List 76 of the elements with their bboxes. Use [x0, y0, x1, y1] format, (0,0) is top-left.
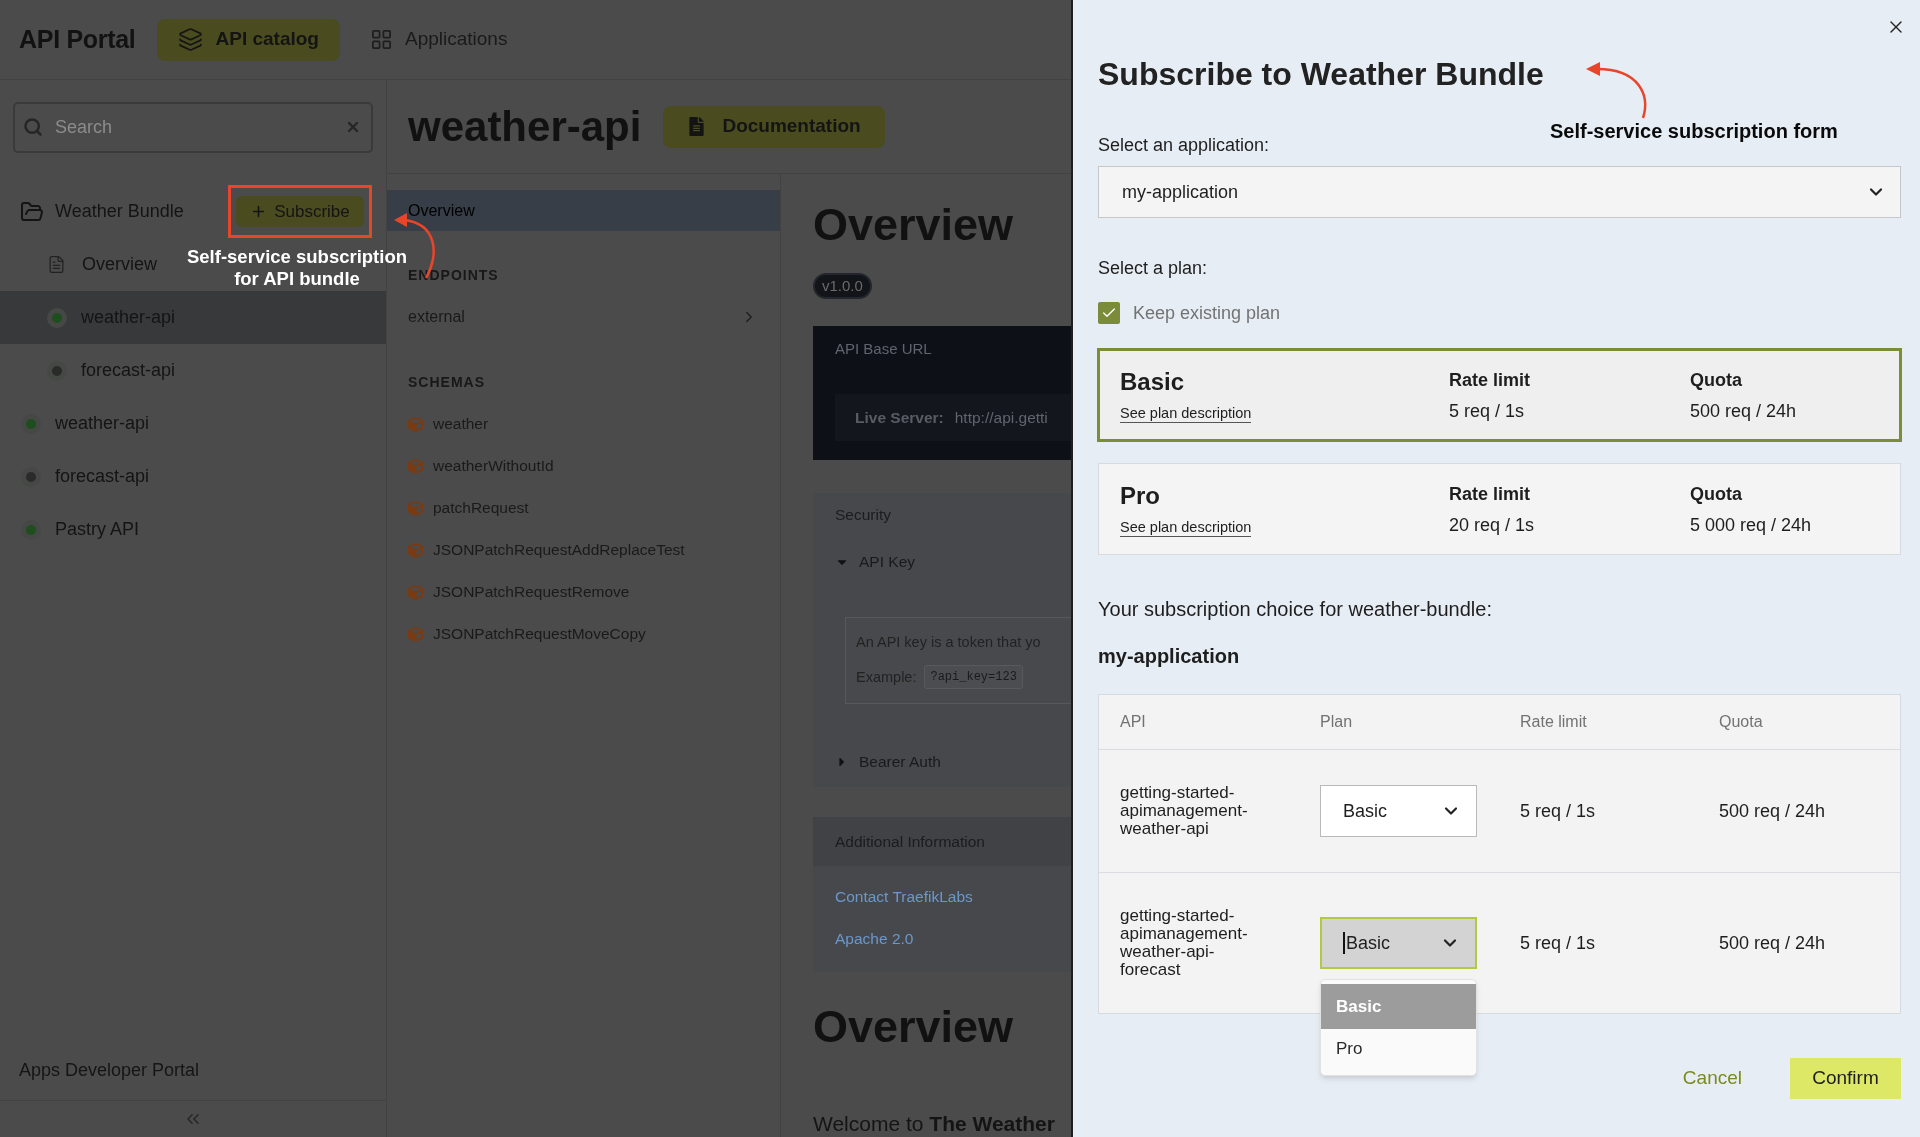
quota-value: 500 req / 24h — [1690, 399, 1797, 423]
text-cursor-icon — [1343, 932, 1345, 954]
summary-label: Your subscription choice for weather-bundle: — [1098, 597, 1492, 621]
nav-item[interactable]: Overview — [387, 190, 780, 231]
panel-title: Subscribe to Weather Bundle — [1098, 55, 1544, 94]
column-header: Plan — [1320, 712, 1353, 732]
version-badge: v1.0.0 — [813, 273, 872, 299]
folder-icon — [20, 199, 44, 224]
cancel-button[interactable]: Cancel — [1682, 1064, 1742, 1093]
column-header: API — [1120, 712, 1146, 732]
quota-cell-text: 500 req / 24h — [1719, 799, 1826, 823]
plan-select[interactable]: Basic — [1320, 917, 1477, 969]
dropdown-option[interactable]: Basic — [1321, 984, 1476, 1029]
cube-icon — [408, 584, 423, 600]
plan-select-value: Basic — [1346, 931, 1390, 955]
intro-text: Welcome to The Weather — [813, 1111, 1056, 1137]
server-label: Live Server: — [855, 407, 944, 428]
annotation-text: Self-service subscription form — [1550, 119, 1838, 143]
quota-value: 5 000 req / 24h — [1690, 513, 1812, 537]
search-icon — [23, 117, 43, 137]
plan-select-value: Basic — [1343, 799, 1387, 823]
quota-label: Quota — [1690, 482, 1742, 506]
column-header: Rate limit — [1520, 712, 1587, 732]
sidebar-item[interactable]: forecast-api — [0, 450, 164, 503]
plan-select[interactable]: Basic — [1320, 785, 1477, 837]
dropdown-option[interactable]: Pro — [1321, 1029, 1476, 1069]
sidebar-item[interactable]: forecast-api — [0, 344, 190, 397]
layers-icon — [178, 27, 204, 52]
rate-limit-label: Rate limit — [1449, 368, 1531, 392]
overview-heading: Overview — [813, 199, 1015, 251]
panel-title: API Base URL — [834, 339, 933, 359]
rate-limit-cell-text: 5 req / 1s — [1520, 799, 1596, 823]
field-label: Select an application: — [1098, 134, 1270, 156]
quota-label: Quota — [1690, 368, 1742, 392]
api-name-cell-text: getting-started-apimanagement-weather-api-forecast — [1120, 907, 1249, 979]
quota-cell-text: 500 req / 24h — [1719, 931, 1826, 955]
keep-plan-checkbox[interactable]: Keep existing plan — [1098, 302, 1281, 324]
field-label: Select a plan: — [1098, 257, 1208, 279]
summary-application: my-application — [1098, 644, 1240, 668]
info-link[interactable]: Apache 2.0 — [835, 928, 914, 950]
sidebar-item[interactable]: weather-api — [0, 397, 164, 450]
sidebar-item[interactable]: Pastry API — [0, 503, 154, 556]
annotation-text: Self-service subscription for API bundle — [186, 246, 408, 290]
grid-icon — [369, 28, 393, 51]
cube-icon — [408, 458, 423, 474]
plan-description-link[interactable]: See plan description — [1120, 403, 1252, 423]
cube-icon — [408, 626, 423, 642]
api-title: weather-api — [408, 101, 642, 152]
plan-card[interactable]: Pro See plan description Rate limit 20 req / 1s Quota 5 000 req / 24h — [1098, 463, 1901, 555]
sidebar-item[interactable]: Overview — [0, 238, 171, 291]
subscribe-button[interactable]: Subscribe — [236, 196, 364, 227]
overview-heading: Overview — [813, 1001, 1015, 1053]
plan-name: Basic — [1120, 367, 1185, 396]
documentation-button[interactable]: Documentation — [663, 105, 885, 148]
confirm-button[interactable]: Confirm — [1790, 1058, 1901, 1099]
column-header: Quota — [1719, 712, 1763, 732]
info-link[interactable]: Contact TraefikLabs — [835, 886, 973, 908]
plan-card[interactable]: Basic See plan description Rate limit 5 req / 1s Quota 500 req / 24h — [1097, 348, 1902, 442]
document-icon — [47, 255, 66, 274]
cube-icon — [408, 500, 423, 516]
cube-icon — [408, 416, 423, 432]
server-url: http://api.getti — [954, 407, 1048, 428]
nav-tab[interactable]: API catalog — [157, 18, 340, 61]
plan-name: Pro — [1120, 481, 1160, 510]
api-name-cell-text: getting-started-apimanagement-weather-api — [1120, 784, 1249, 838]
plan-description-link[interactable]: See plan description — [1120, 517, 1252, 537]
rate-limit-cell-text: 5 req / 1s — [1520, 931, 1596, 955]
cube-icon — [408, 542, 423, 558]
application-select[interactable]: my-application — [1098, 166, 1901, 218]
file-icon — [687, 117, 707, 136]
search-field[interactable]: Search — [13, 102, 373, 153]
rate-limit-value: 5 req / 1s — [1449, 399, 1525, 423]
clear-icon[interactable] — [345, 119, 361, 135]
rate-limit-label: Rate limit — [1449, 482, 1531, 506]
app-logo: API Portal — [19, 23, 136, 55]
rate-limit-value: 20 req / 1s — [1449, 513, 1535, 537]
